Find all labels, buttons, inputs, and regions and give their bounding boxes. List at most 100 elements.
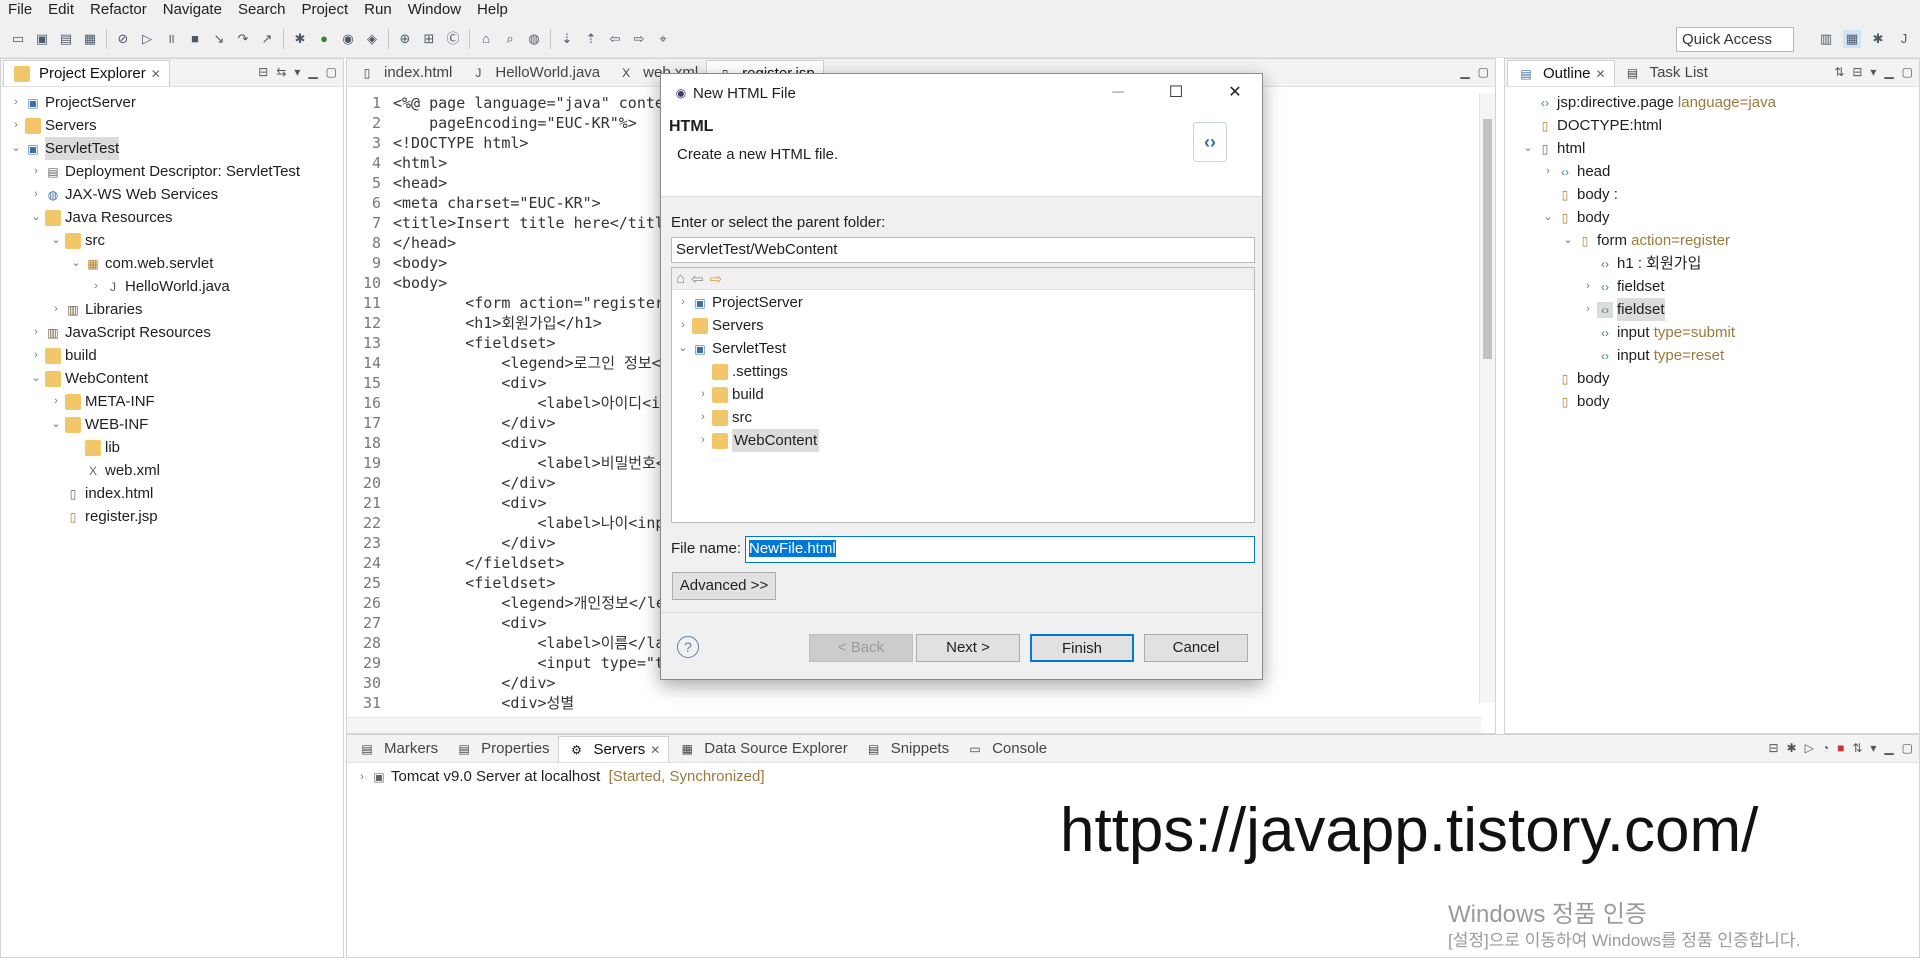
- filter-icon[interactable]: ▾: [294, 65, 300, 79]
- code-line[interactable]: 19 <label>비밀번호<: [347, 453, 679, 473]
- link-editor-icon[interactable]: ⇆: [276, 65, 286, 79]
- code-line[interactable]: 8 </head>: [347, 233, 679, 253]
- sort-icon[interactable]: ⇅: [1834, 65, 1844, 79]
- tree-item-webcontent[interactable]: ⌄ WebContent: [1, 367, 343, 390]
- close-icon[interactable]: ✕: [650, 737, 660, 763]
- tab-project-explorer[interactable]: Project Explorer ✕: [3, 60, 170, 86]
- folder-tree-item[interactable]: .settings: [672, 360, 1254, 383]
- chevron-right-icon[interactable]: ›: [355, 771, 369, 783]
- menu-search[interactable]: Search: [230, 0, 294, 20]
- outline-item[interactable]: ▯ DOCTYPE:html: [1505, 114, 1919, 137]
- tree-item-web-xml[interactable]: Xweb.xml: [1, 459, 343, 482]
- code-line[interactable]: 10 <body>: [347, 273, 679, 293]
- code-line[interactable]: 11 <form action="register: [347, 293, 679, 313]
- tab-helloworld-java[interactable]: J HelloWorld.java: [460, 60, 608, 86]
- save-all-icon[interactable]: ▤: [57, 30, 75, 48]
- new-java-project-icon[interactable]: ⊕: [396, 30, 414, 48]
- run-icon[interactable]: ●: [315, 30, 333, 48]
- outline-item[interactable]: ▯ body: [1505, 390, 1919, 413]
- code-line[interactable]: 23 </div>: [347, 533, 679, 553]
- quick-access-input[interactable]: Quick Access: [1676, 27, 1794, 52]
- outline-item[interactable]: ‹› h1 : 회원가입: [1505, 252, 1919, 275]
- forward-arrow-icon[interactable]: ⇨: [710, 270, 723, 288]
- coverage-icon[interactable]: ◉: [339, 30, 357, 48]
- new-icon[interactable]: ▭: [9, 30, 27, 48]
- search-icon[interactable]: ⌕: [501, 30, 519, 48]
- minimize-icon[interactable]: ▁: [1884, 741, 1893, 755]
- external-tools-icon[interactable]: ◈: [363, 30, 381, 48]
- chevron-down-icon[interactable]: ⌄: [29, 206, 43, 229]
- tab-index-html[interactable]: ▯ index.html: [349, 60, 460, 86]
- maximize-icon[interactable]: ▢: [1902, 741, 1913, 755]
- minimize-icon[interactable]: ▁: [1460, 65, 1469, 79]
- tab-markers[interactable]: ▤ Markers: [349, 736, 446, 762]
- menu-help[interactable]: Help: [469, 0, 516, 20]
- code-line[interactable]: 24 </fieldset>: [347, 553, 679, 573]
- code-line[interactable]: 16 <label>아이디<in: [347, 393, 679, 413]
- open-type-icon[interactable]: ⌂: [477, 30, 495, 48]
- code-line[interactable]: 7 <title>Insert title here</titl: [347, 213, 679, 233]
- terminate-icon[interactable]: ■: [186, 30, 204, 48]
- vertical-scrollbar[interactable]: [1479, 93, 1495, 703]
- maximize-icon[interactable]: ▢: [1478, 65, 1489, 79]
- code-line[interactable]: 27 <div>: [347, 613, 679, 633]
- code-line[interactable]: 4 <html>: [347, 153, 679, 173]
- collapse-all-icon[interactable]: ⊟: [1852, 65, 1862, 79]
- chevron-right-icon[interactable]: ›: [29, 344, 43, 367]
- chevron-right-icon[interactable]: ›: [89, 275, 103, 298]
- menu-edit[interactable]: Edit: [40, 0, 82, 20]
- chevron-down-icon[interactable]: ⌄: [49, 229, 63, 252]
- forward-icon[interactable]: ⇨: [630, 30, 648, 48]
- code-line[interactable]: 9 <body>: [347, 253, 679, 273]
- tree-item-register-jsp[interactable]: ▯ register.jsp: [1, 505, 343, 528]
- chevron-right-icon[interactable]: ›: [29, 183, 43, 206]
- outline-item[interactable]: ⌄ ▯ body: [1505, 206, 1919, 229]
- parent-folder-input[interactable]: ServletTest/WebContent: [671, 237, 1255, 263]
- chevron-down-icon[interactable]: ⌄: [9, 137, 23, 160]
- home-icon[interactable]: ⌂: [676, 270, 685, 287]
- code-line[interactable]: 30 </div>: [347, 673, 679, 693]
- debug-perspective-icon[interactable]: ✱: [1869, 30, 1887, 48]
- step-over-icon[interactable]: ↷: [234, 30, 252, 48]
- horizontal-scrollbar[interactable]: [347, 717, 1481, 733]
- chevron-right-icon[interactable]: ›: [9, 91, 23, 114]
- close-icon[interactable]: ✕: [1596, 61, 1606, 87]
- tab-outline[interactable]: ▤ Outline ✕: [1507, 60, 1615, 86]
- resume-icon[interactable]: ▷: [138, 30, 156, 48]
- tree-item-java-resources[interactable]: ⌄ Java Resources: [1, 206, 343, 229]
- view-menu-icon[interactable]: ▾: [1870, 741, 1876, 755]
- tree-item-web-inf[interactable]: ⌄ WEB-INF: [1, 413, 343, 436]
- outline-item[interactable]: › ‹› head: [1505, 160, 1919, 183]
- chevron-right-icon[interactable]: ›: [696, 429, 710, 452]
- back-button[interactable]: < Back: [809, 634, 913, 662]
- back-arrow-icon[interactable]: ⇦: [691, 270, 704, 288]
- tree-item-helloworld[interactable]: › J HelloWorld.java: [1, 275, 343, 298]
- chevron-right-icon[interactable]: ›: [1581, 298, 1595, 321]
- profile-server-icon[interactable]: ◔: [1822, 741, 1829, 755]
- tree-item-js-resources[interactable]: › ▥ JavaScript Resources: [1, 321, 343, 344]
- minimize-icon[interactable]: ▁: [1884, 65, 1893, 79]
- view-menu-icon[interactable]: ▾: [1870, 65, 1876, 79]
- tab-data-source-explorer[interactable]: ▦ Data Source Explorer: [669, 736, 855, 762]
- chevron-down-icon[interactable]: ⌄: [49, 413, 63, 436]
- jee-perspective-icon[interactable]: ▦: [1843, 30, 1861, 48]
- chevron-down-icon[interactable]: ⌄: [1541, 206, 1555, 229]
- open-perspective-icon[interactable]: ▥: [1817, 30, 1835, 48]
- tree-item-build[interactable]: › build: [1, 344, 343, 367]
- code-line[interactable]: 15 <div>: [347, 373, 679, 393]
- minimize-icon[interactable]: ▁: [308, 65, 317, 79]
- skip-breakpoints-icon[interactable]: ⊘: [114, 30, 132, 48]
- chevron-right-icon[interactable]: ›: [1581, 275, 1595, 298]
- code-line[interactable]: 28 <label>이름</la: [347, 633, 679, 653]
- back-icon[interactable]: ⇦: [606, 30, 624, 48]
- code-line[interactable]: 2 pageEncoding="EUC-KR"%>: [347, 113, 679, 133]
- outline-item[interactable]: ▯ body: [1505, 367, 1919, 390]
- menu-file[interactable]: File: [0, 0, 40, 20]
- outline-item[interactable]: ⌄ ▯ html: [1505, 137, 1919, 160]
- outline-item[interactable]: ⌄ ▯ form action=register: [1505, 229, 1919, 252]
- code-line[interactable]: 20 </div>: [347, 473, 679, 493]
- print-icon[interactable]: ▦: [81, 30, 99, 48]
- code-line[interactable]: 17 </div>: [347, 413, 679, 433]
- finish-button[interactable]: Finish: [1030, 634, 1134, 662]
- server-row[interactable]: › ▣ Tomcat v9.0 Server at localhost [Sta…: [347, 765, 1919, 788]
